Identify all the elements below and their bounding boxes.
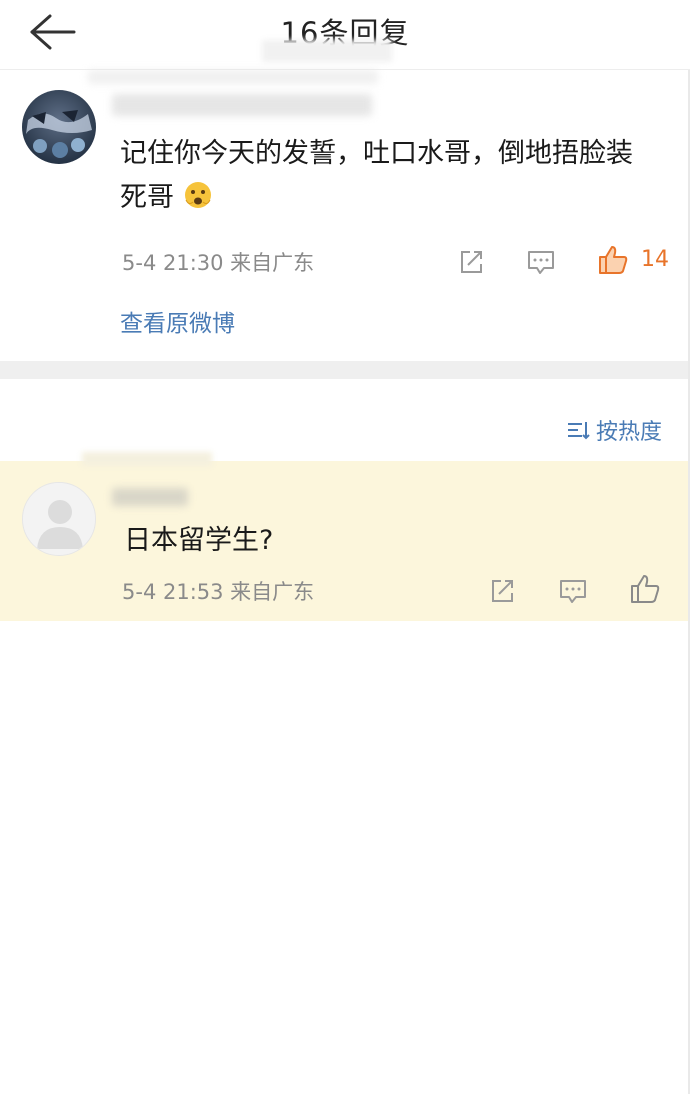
default-avatar-icon [23,483,95,555]
sort-icon [567,422,590,440]
like-count: 14 [641,247,669,272]
thumbs-up-icon [631,575,660,603]
share-icon [461,251,482,273]
blurred-strip [88,70,378,84]
view-original-link[interactable]: 查看原微博 [120,304,235,338]
comment-text: 记住你今天的发誓，吐口水哥，倒地捂脸装 死哥 [120,132,672,220]
comment-line-1: 记住你今天的发誓，吐口水哥，倒地捂脸装 [120,138,633,169]
blurred-strip [262,40,392,62]
comment-button[interactable] [524,245,558,279]
sort-label: 按热度 [595,420,662,445]
header-bar: 16条回复 [0,0,690,70]
blurred-strip [82,452,212,466]
username-blurred [112,94,372,116]
share-button[interactable] [454,245,488,279]
avatar-image [22,90,96,164]
reply-text: 日本留学生? [124,525,274,556]
like-button[interactable] [628,572,662,606]
comment-button[interactable] [556,574,590,608]
sort-button[interactable]: 按热度 [566,414,662,446]
thumbs-up-icon [599,246,628,274]
scared-face-emoji-icon [184,182,211,208]
comment-timestamp: 5-4 21:30 来自广东 [122,251,315,275]
comment-icon [528,251,554,274]
avatar[interactable] [22,90,96,164]
section-divider [0,361,690,379]
avatar[interactable] [22,482,96,556]
comment-icon [560,580,586,603]
username-blurred [112,488,188,506]
share-icon [492,580,513,602]
like-button[interactable] [596,243,630,277]
share-button[interactable] [485,574,519,608]
comment-line-2: 死哥 [120,182,174,213]
reply-timestamp: 5-4 21:53 来自广东 [122,580,315,604]
